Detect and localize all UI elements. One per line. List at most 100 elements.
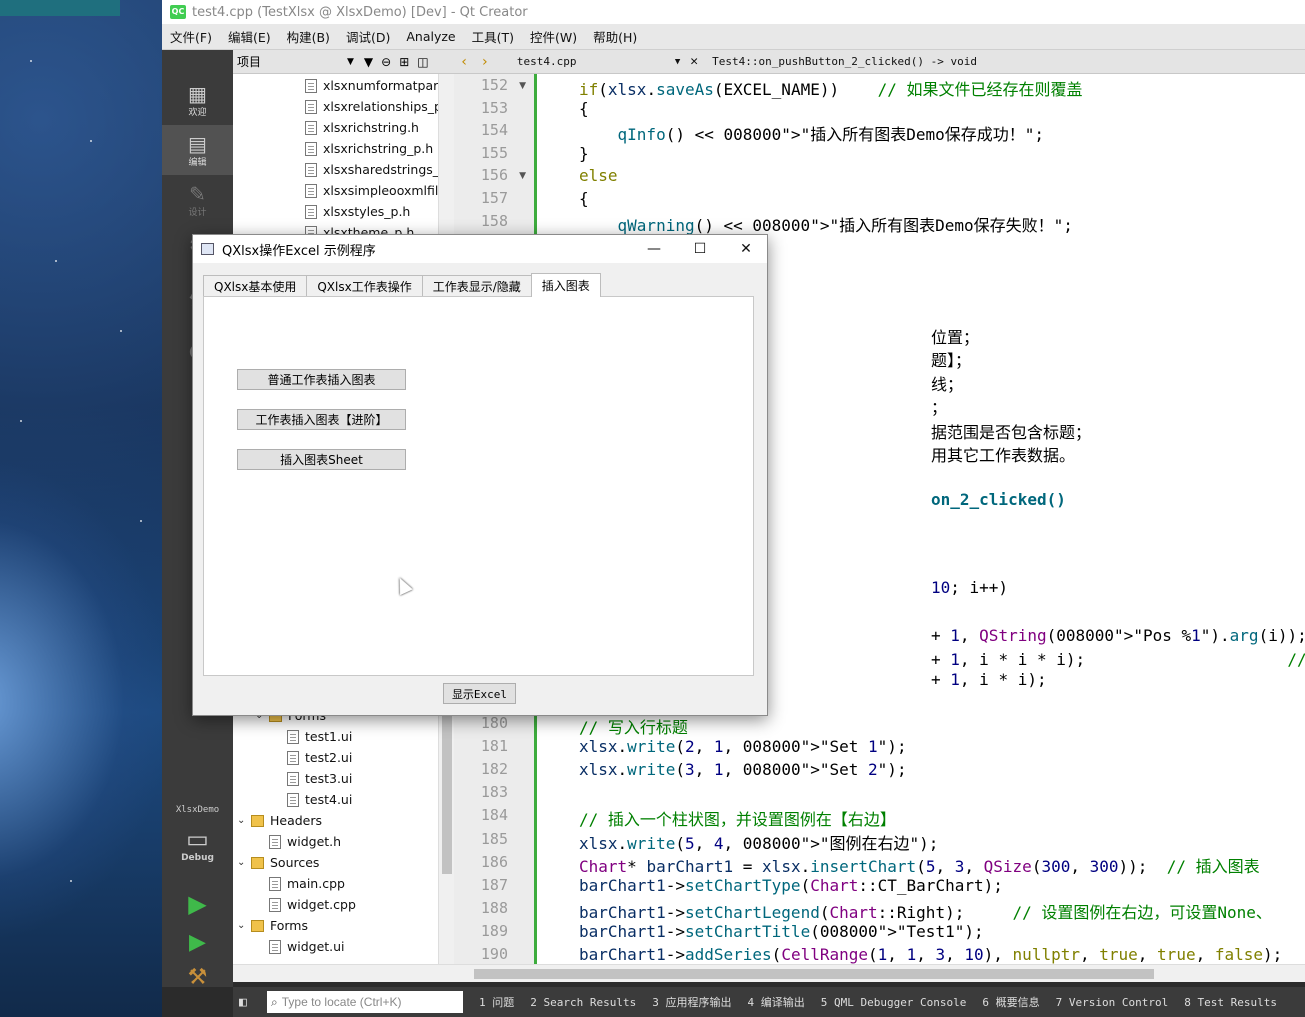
nav-back-icon[interactable]: ‹	[460, 54, 468, 70]
tree-file[interactable]: xlsxsharedstrings_p	[305, 159, 438, 180]
tree-file[interactable]: main.cpp	[269, 873, 345, 894]
code-line[interactable]: barChart1->setChartTitle(008000">"Test1"…	[579, 922, 984, 941]
tree-file[interactable]: widget.h	[269, 831, 341, 852]
tree-file[interactable]: xlsxnumformatpars	[305, 75, 438, 96]
pane-test-results[interactable]: 8 Test Results	[1176, 996, 1285, 1009]
menu-build[interactable]: 构建(B)	[279, 27, 338, 46]
code-line[interactable]: }	[579, 144, 589, 163]
code-line[interactable]: else	[579, 166, 618, 185]
close-pane-icon[interactable]: ◫	[417, 55, 428, 69]
code-line[interactable]: Chart* barChart1 = xlsx.insertChart(5, 3…	[579, 853, 1260, 877]
project-view-selector[interactable]: 项目	[237, 53, 347, 70]
menu-widgets[interactable]: 控件(W)	[522, 27, 585, 46]
kit-selector[interactable]: ▭ Debug	[162, 825, 233, 863]
menu-help[interactable]: 帮助(H)	[585, 27, 645, 46]
tab-sheet-ops[interactable]: QXlsx工作表操作	[306, 275, 423, 297]
line-number: 180	[480, 714, 508, 732]
pane-version-control[interactable]: 7 Version Control	[1048, 996, 1177, 1009]
pane-issues[interactable]: 1 问题	[471, 994, 522, 1010]
code-line[interactable]: {	[579, 99, 589, 118]
tab-sheet-visibility[interactable]: 工作表显示/隐藏	[421, 275, 532, 297]
code-line[interactable]: {	[579, 189, 589, 208]
project-tree-hscrollbar[interactable]	[233, 964, 454, 982]
tree-file[interactable]: xlsxsimpleooxmlfile	[305, 180, 438, 201]
pane-compile-output[interactable]: 4 编译输出	[739, 994, 812, 1010]
insert-chart-button[interactable]: 普通工作表插入图表	[237, 369, 406, 390]
chevron-down-icon[interactable]: ▼	[675, 57, 680, 67]
code-line[interactable]: // 写入行标题	[579, 714, 688, 738]
menu-file[interactable]: 文件(F)	[162, 27, 220, 46]
insert-chart-advanced-button[interactable]: 工作表插入图表【进阶】	[237, 409, 406, 430]
run-icon[interactable]: ▶	[162, 890, 233, 918]
mode-design-label: 设计	[188, 207, 207, 218]
locator-input[interactable]: ⌕ Type to locate (Ctrl+K)	[267, 991, 463, 1013]
mode-design[interactable]: ✎ 设计	[162, 175, 233, 225]
tab-insert-chart[interactable]: 插入图表	[530, 273, 601, 297]
code-line[interactable]: xlsx.write(2, 1, 008000">"Set 1");	[579, 737, 907, 756]
tree-file[interactable]: test4.ui	[287, 789, 352, 810]
tree-file[interactable]: widget.cpp	[269, 894, 356, 915]
tree-file[interactable]: test1.ui	[287, 726, 352, 747]
nav-forward-icon[interactable]: ›	[480, 54, 488, 70]
tree-file[interactable]: xlsxrichstring.h	[305, 117, 419, 138]
line-number: 156	[480, 166, 508, 185]
menu-tools[interactable]: 工具(T)	[464, 27, 522, 46]
build-hammer-icon[interactable]: ⚒	[162, 965, 233, 990]
code-line[interactable]: if(xlsx.saveAs(EXCEL_NAME)) // 如果文件已经存在则…	[579, 76, 1083, 100]
tree-file[interactable]: xlsxrelationships_p.	[305, 96, 438, 117]
tree-file[interactable]: xlsxrichstring_p.h	[305, 138, 433, 159]
close-icon[interactable]: ✕	[723, 235, 769, 263]
fold-marker-icon[interactable]: ▼	[519, 81, 526, 91]
code-line[interactable]: barChart1->addSeries(CellRange(1, 1, 3, …	[579, 945, 1282, 964]
editor-hscrollbar[interactable]	[454, 964, 1305, 982]
mode-welcome[interactable]: ▦ 欢迎	[162, 75, 233, 125]
mouse-cursor-icon	[393, 574, 413, 596]
debug-run-icon[interactable]: ▶	[162, 930, 233, 955]
function-selector[interactable]: Test4::on_pushButton_2_clicked() -> void	[712, 55, 977, 68]
filter-icon[interactable]: ▼	[364, 55, 373, 69]
close-file-icon[interactable]: ✕	[690, 54, 698, 69]
split-icon[interactable]: ⊞	[399, 55, 409, 69]
scrollbar-thumb[interactable]	[474, 969, 1154, 979]
link-icon[interactable]: ⊖	[381, 55, 391, 69]
pane-app-output[interactable]: 3 应用程序输出	[644, 994, 739, 1010]
tree-file[interactable]: test2.ui	[287, 747, 352, 768]
code-fragment: 位置；	[931, 328, 980, 347]
maximize-icon[interactable]: ☐	[677, 235, 723, 263]
show-excel-button[interactable]: 显示Excel	[443, 683, 516, 704]
menu-analyze[interactable]: Analyze	[398, 29, 463, 44]
open-file-selector[interactable]: test4.cpp	[517, 55, 667, 68]
tree-folder-sources[interactable]: ⌄ Sources	[237, 852, 319, 873]
tree-file-label: widget.h	[287, 834, 342, 849]
code-fragment: + 1, i * i);	[931, 670, 1047, 689]
tab-basic-usage[interactable]: QXlsx基本使用	[203, 275, 308, 297]
fold-marker-icon[interactable]: ▼	[519, 171, 526, 181]
toggle-sidebar-icon[interactable]: ◧	[239, 995, 247, 1010]
tree-file[interactable]: widget.ui	[269, 936, 345, 957]
code-line[interactable]: barChart1->setChartType(Chart::CT_BarCha…	[579, 876, 1003, 895]
tab-label: 工作表显示/隐藏	[432, 280, 521, 294]
tree-file[interactable]: test3.ui	[287, 768, 352, 789]
code-line[interactable]: qWarning() << 008000">"插入所有图表Demo保存失败！";	[579, 212, 1073, 236]
tree-folder-forms[interactable]: ⌄ Forms	[237, 915, 308, 936]
chevron-down-icon[interactable]: ▼	[347, 57, 354, 67]
pane-qml-console[interactable]: 5 QML Debugger Console	[813, 996, 975, 1009]
code-line[interactable]: xlsx.write(5, 4, 008000">"图例在右边");	[579, 830, 938, 854]
minimize-icon[interactable]: —	[631, 235, 677, 263]
line-number: 181	[480, 737, 508, 756]
menu-debug[interactable]: 调试(D)	[338, 27, 398, 46]
tree-folder-headers[interactable]: ⌄ Headers	[237, 810, 322, 831]
mode-edit[interactable]: ▤ 编辑	[162, 125, 233, 175]
menu-edit[interactable]: 编辑(E)	[220, 27, 279, 46]
monitor-icon: ▭	[186, 825, 209, 853]
tree-file[interactable]: xlsxstyles_p.h	[305, 201, 410, 222]
editor-toolbar: ‹ › test4.cpp ▼ ✕ Test4::on_pushButton_2…	[454, 50, 1305, 74]
insert-chart-sheet-button[interactable]: 插入图表Sheet	[237, 449, 406, 470]
code-line[interactable]: qInfo() << 008000">"插入所有图表Demo保存成功！";	[579, 121, 1044, 145]
code-line[interactable]: // 插入一个柱状图，并设置图例在【右边】	[579, 806, 896, 830]
pane-general-messages[interactable]: 6 概要信息	[974, 994, 1047, 1010]
code-line[interactable]: xlsx.write(3, 1, 008000">"Set 2");	[579, 760, 907, 779]
code-line[interactable]: barChart1->setChartLegend(Chart::Right);…	[579, 899, 1272, 923]
kit-name: XlsxDemo	[175, 805, 220, 815]
pane-search-results[interactable]: 2 Search Results	[522, 996, 644, 1009]
